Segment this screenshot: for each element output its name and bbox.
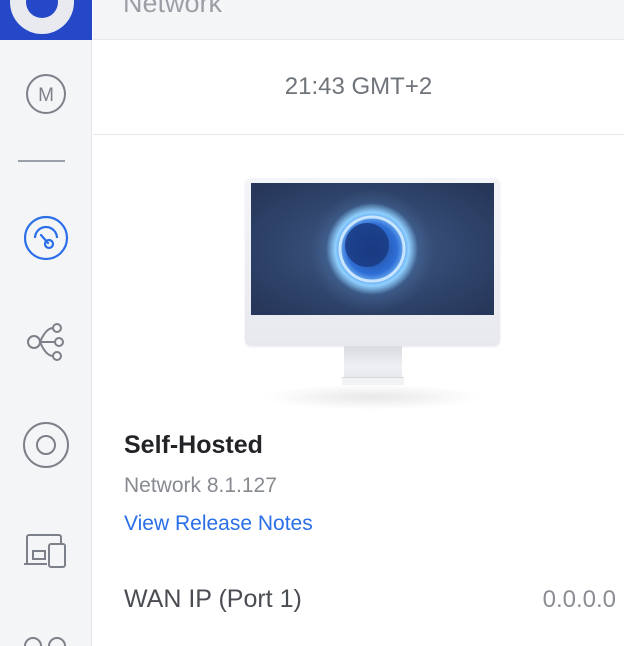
sidebar-item-network[interactable] xyxy=(0,210,92,266)
top-header: Network xyxy=(93,0,624,40)
sidebar-divider xyxy=(18,160,65,162)
network-icon xyxy=(23,215,69,261)
monitor-stand-base xyxy=(342,377,404,385)
device-shadow xyxy=(262,384,482,410)
monitor-screen xyxy=(251,183,494,315)
target-circle-icon xyxy=(23,422,69,468)
monitor-icon xyxy=(245,178,500,346)
page-title: Network xyxy=(123,0,223,18)
sidebar-item-clients[interactable] xyxy=(0,618,92,646)
topology-icon xyxy=(27,323,64,361)
m-circle-icon: M xyxy=(26,74,66,114)
screen-orb-graphic xyxy=(251,183,494,315)
m-circle-label: M xyxy=(38,85,54,106)
sidebar: M xyxy=(0,0,92,646)
logo-icon xyxy=(10,0,74,34)
sidebar-item-topology[interactable] xyxy=(0,314,92,370)
sidebar-item-m[interactable]: M xyxy=(0,66,92,122)
sidebar-item-devices[interactable] xyxy=(0,522,92,578)
sidebar-item-target[interactable] xyxy=(0,417,92,473)
device-name: Self-Hosted xyxy=(124,431,263,459)
wan-ip-value: 0.0.0.0 xyxy=(542,586,616,613)
time-display: 21:43 GMT+2 xyxy=(93,40,624,135)
wan-ip-label: WAN IP (Port 1) xyxy=(124,585,302,613)
devices-icon xyxy=(24,534,66,568)
device-illustration xyxy=(232,170,512,420)
clients-icon xyxy=(24,637,66,646)
network-version: Network 8.1.127 xyxy=(124,474,277,497)
app-window: M Network 21:43 GMT+2 Self-Hosted Networ… xyxy=(0,0,624,646)
app-logo[interactable] xyxy=(0,0,92,40)
release-notes-link[interactable]: View Release Notes xyxy=(124,512,313,536)
